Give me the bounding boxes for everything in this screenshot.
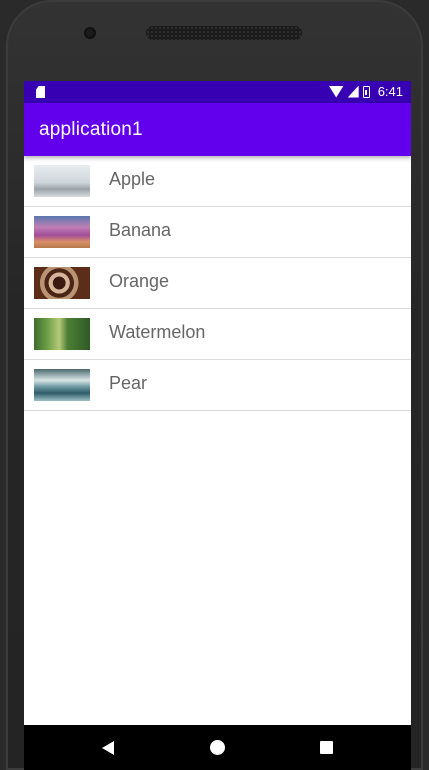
wifi-icon [328, 85, 344, 98]
back-icon[interactable] [102, 741, 114, 755]
battery-icon [362, 85, 370, 98]
list-item[interactable]: Apple [24, 156, 411, 207]
spiral-staircase-photo-thumbnail [34, 267, 90, 299]
forest-path-photo-thumbnail [34, 318, 90, 350]
waterfall-photo-thumbnail [34, 369, 90, 401]
earpiece-speaker [146, 26, 302, 40]
list-item[interactable]: Banana [24, 207, 411, 258]
misty-city-photo-thumbnail [34, 165, 90, 197]
status-bar: 6:41 [24, 81, 411, 103]
device: 6:41 application1 Apple Banana Orange Wa… [0, 0, 429, 770]
sd-card-icon [36, 86, 45, 98]
recent-apps-icon[interactable] [320, 741, 333, 754]
app-title: application1 [39, 119, 143, 140]
screen: 6:41 application1 Apple Banana Orange Wa… [24, 81, 411, 770]
list-item[interactable]: Watermelon [24, 309, 411, 360]
fruit-list: Apple Banana Orange Watermelon Pear [24, 156, 411, 411]
list-item-label: Pear [109, 373, 148, 393]
flower-field-sunset-photo-thumbnail [34, 216, 90, 248]
home-icon[interactable] [210, 740, 225, 755]
signal-icon [347, 85, 359, 98]
list-item-label: Banana [109, 220, 172, 240]
list-item-label: Apple [109, 169, 156, 189]
status-icons: 6:41 [328, 84, 403, 99]
list-item[interactable]: Orange [24, 258, 411, 309]
app-bar: application1 [24, 103, 411, 156]
list-item-label: Watermelon [109, 322, 206, 342]
front-camera [84, 27, 96, 39]
status-time: 6:41 [377, 84, 403, 99]
navigation-bar [24, 725, 411, 770]
list-item-label: Orange [109, 271, 170, 291]
list-item[interactable]: Pear [24, 360, 411, 411]
